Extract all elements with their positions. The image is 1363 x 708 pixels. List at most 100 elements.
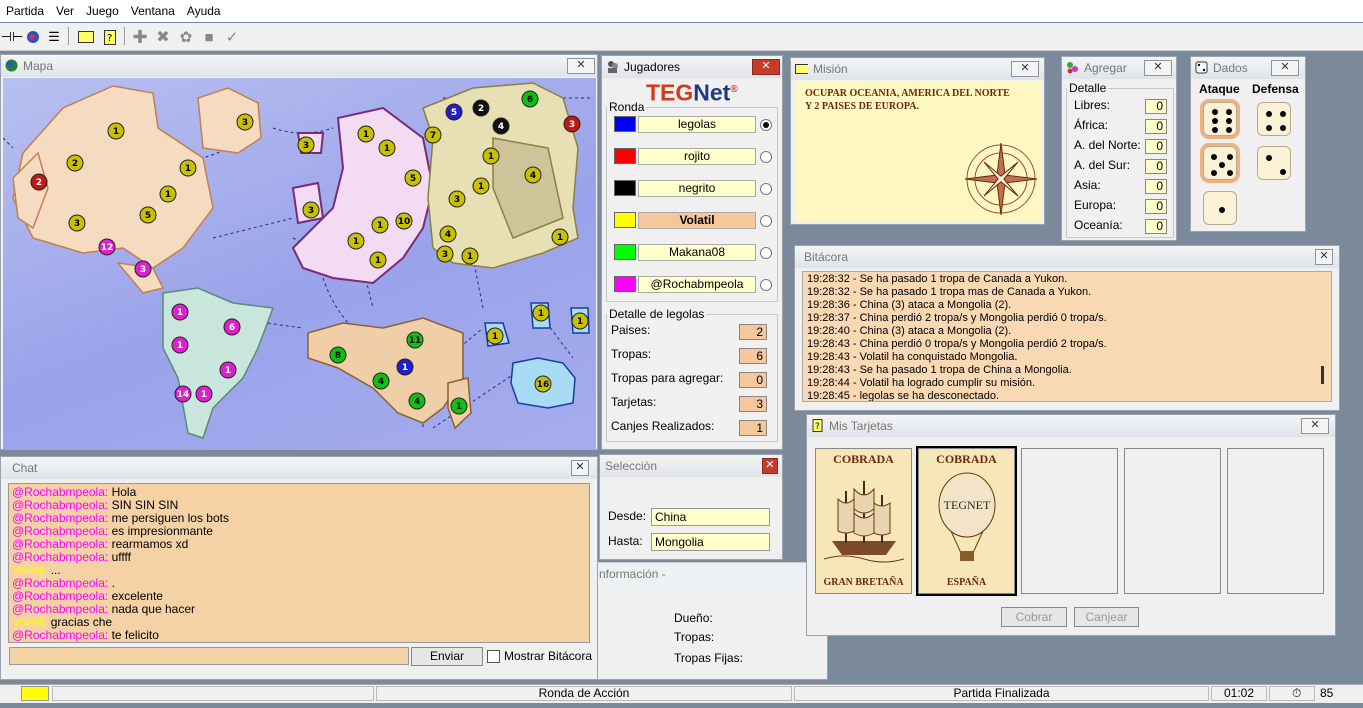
- counter-display: ⏱ 85: [1269, 686, 1333, 701]
- add-row-label: Libres:: [1074, 98, 1111, 112]
- send-button[interactable]: Enviar: [411, 647, 483, 666]
- status-bar: Ronda de Acción Partida Finalizada 01:02…: [0, 684, 1363, 703]
- toolbar: ⊣⊢ ☰ ? ✚ ✖ ✿ ■ ✓: [0, 23, 1363, 51]
- log-line: 19:28:32 - Se ha pasado 1 tropa mas de C…: [807, 286, 1092, 298]
- chat-user: @Rochabmpeola: [12, 498, 105, 512]
- owner-label: Dueño:: [674, 611, 713, 625]
- log-line: 19:28:43 - Se ha pasado 1 tropa de China…: [807, 364, 1072, 376]
- menu-juego[interactable]: Juego: [80, 0, 125, 18]
- menu-ayuda[interactable]: Ayuda: [181, 0, 227, 18]
- menu-partida[interactable]: Partida: [0, 0, 50, 18]
- player-radio[interactable]: [760, 215, 772, 227]
- world-map[interactable]: 1 3 2 1 1 3 5 2 12 3 1 6 1 1 14 1 3 3 1 10 1 1 5 1 7 3 3 4 1 1 4 1 1 1 5 2 4…: [3, 78, 596, 450]
- globe-icon[interactable]: [22, 26, 44, 48]
- close-icon[interactable]: ✕: [1144, 60, 1172, 76]
- player-radio[interactable]: [760, 183, 772, 195]
- close-icon[interactable]: ✕: [752, 59, 780, 75]
- menu-bar: Partida Ver Juego Ventana Ayuda: [0, 0, 1363, 22]
- detail-value: 6: [739, 348, 767, 364]
- chat-user: @Rochabmpeola: [12, 550, 105, 564]
- card-request-icon[interactable]: ■: [198, 26, 220, 48]
- player-radio[interactable]: [760, 151, 772, 163]
- connect-icon[interactable]: ⊣⊢: [1, 26, 24, 48]
- chat-user: @Rochabmpeola: [12, 602, 105, 616]
- army-count: 4: [445, 230, 451, 240]
- dice-icon: [1195, 61, 1208, 74]
- army-count: 11: [409, 336, 422, 346]
- close-icon[interactable]: ✕: [1315, 249, 1333, 265]
- army-count: 8: [335, 351, 341, 361]
- from-label: Desde:: [608, 509, 647, 523]
- close-icon[interactable]: ✕: [762, 458, 778, 474]
- empty-card-slot[interactable]: [1124, 448, 1221, 594]
- army-count: 1: [377, 221, 383, 231]
- to-field[interactable]: Mongolia: [651, 533, 770, 551]
- empty-card-slot[interactable]: [1021, 448, 1118, 594]
- card-status: COBRADA: [833, 452, 894, 466]
- army-count: 1: [201, 390, 207, 400]
- army-count: 3: [442, 250, 448, 260]
- player-name: Makana08: [638, 244, 756, 261]
- army-count: 7: [430, 131, 436, 141]
- mission-card-icon: [795, 64, 808, 74]
- mission-card: OCUPAR OCEANIA, AMERICA DEL NORTE Y 2 PA…: [795, 81, 1041, 221]
- army-count: 1: [467, 252, 473, 262]
- army-count: 3: [454, 195, 460, 205]
- close-icon[interactable]: ✕: [571, 460, 589, 476]
- from-field[interactable]: China: [651, 508, 770, 526]
- ship-icon: [824, 481, 904, 563]
- add-row-value: 0: [1145, 199, 1167, 214]
- cards-title: ? Mis Tarjetas: [807, 415, 1335, 437]
- army-count: 5: [145, 211, 151, 221]
- add-row-label: Europa:: [1074, 198, 1117, 212]
- card-country: ESPAÑA: [946, 577, 987, 588]
- log-scrollbar[interactable]: [1321, 366, 1324, 384]
- attack-icon[interactable]: ✖: [152, 26, 174, 48]
- balloon-icon: TEGNET: [938, 472, 996, 561]
- regroup-icon[interactable]: ✿: [175, 26, 197, 48]
- chat-input[interactable]: [9, 647, 409, 665]
- add-row-value: 0: [1145, 159, 1167, 174]
- player-radio[interactable]: [760, 119, 772, 131]
- list-icon[interactable]: ☰: [43, 26, 65, 48]
- card-country: GRAN BRETAÑA: [823, 577, 904, 588]
- end-turn-icon[interactable]: ✓: [221, 26, 243, 48]
- player-radio[interactable]: [760, 279, 772, 291]
- chat-message: te felicito: [108, 628, 159, 642]
- die-5-icon: [1200, 143, 1240, 183]
- add-troops-icon[interactable]: ✚: [129, 26, 151, 48]
- empty-card-slot[interactable]: [1227, 448, 1324, 594]
- cards-icon[interactable]: ?: [99, 26, 121, 48]
- country-card[interactable]: COBRADA ESPAÑA TEGNET: [916, 446, 1017, 596]
- add-row-label: África:: [1074, 118, 1109, 132]
- army-count: 12: [101, 243, 114, 253]
- mission-card-icon[interactable]: [75, 26, 97, 48]
- close-icon[interactable]: ✕: [1011, 61, 1039, 77]
- army-count: 1: [402, 363, 408, 373]
- exchange-button[interactable]: Canjear: [1074, 607, 1139, 627]
- detail-label: Tropas para agregar:: [611, 371, 724, 385]
- army-count: 1: [577, 317, 583, 327]
- close-icon[interactable]: ✕: [567, 58, 595, 74]
- add-row-value: 0: [1145, 119, 1167, 134]
- menu-ver[interactable]: Ver: [50, 0, 80, 18]
- player-radio[interactable]: [760, 247, 772, 259]
- army-count: 1: [375, 256, 381, 266]
- timer-icon: ⏱: [1292, 686, 1302, 700]
- collect-button[interactable]: Cobrar: [1001, 607, 1067, 627]
- show-log-checkbox[interactable]: [487, 650, 500, 663]
- close-icon[interactable]: ✕: [1301, 418, 1329, 434]
- log-line: 19:28:43 - China perdió 0 tropa/s y Mong…: [807, 338, 1107, 350]
- army-count: 3: [303, 141, 309, 151]
- country-card[interactable]: COBRADA GRAN BRETAÑA: [815, 448, 912, 594]
- army-count: 2: [478, 104, 484, 114]
- menu-ventana[interactable]: Ventana: [125, 0, 181, 18]
- detail-label: Tarjetas:: [611, 395, 657, 409]
- chat-message: rearmamos xd: [108, 537, 189, 551]
- player-color: [614, 180, 636, 196]
- player-name: Volatil: [638, 212, 756, 229]
- army-count: 10: [398, 217, 411, 227]
- to-label: Hasta:: [608, 534, 643, 548]
- chat-user: @Rochabmpeola: [12, 537, 105, 551]
- close-icon[interactable]: ✕: [1271, 60, 1299, 76]
